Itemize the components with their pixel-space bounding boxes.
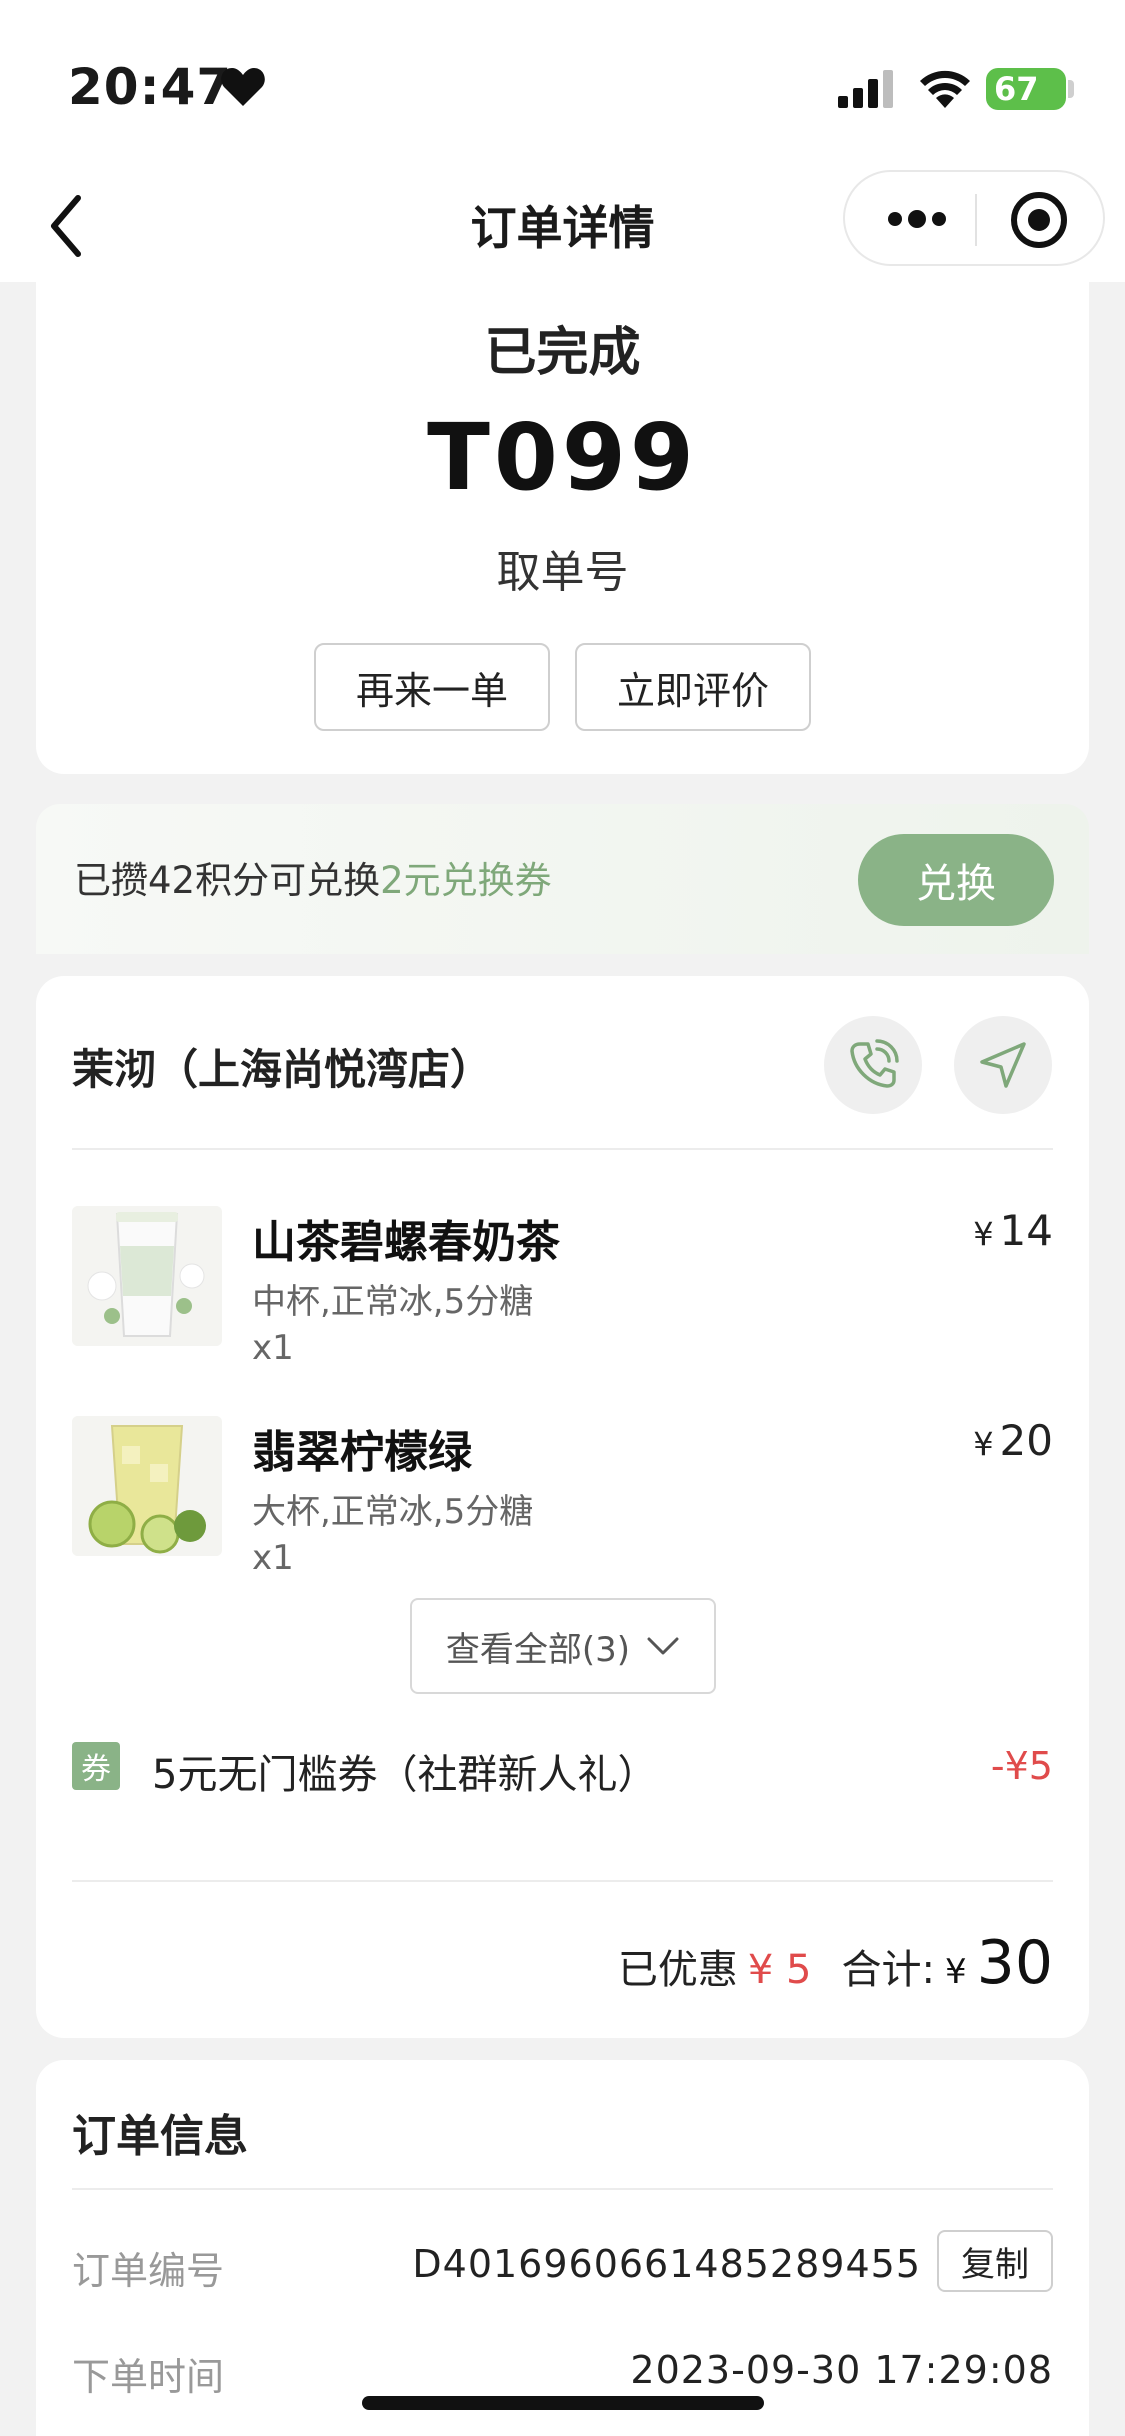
heart-icon (221, 68, 265, 106)
item-price-value: 14 (999, 1206, 1053, 1255)
total-value: 30 (976, 1928, 1053, 1998)
currency-symbol: ¥ (973, 1425, 994, 1463)
product-image (72, 1206, 222, 1346)
coupon-tag: 券 (72, 1742, 120, 1790)
capsule-divider (975, 194, 977, 246)
close-target-icon[interactable] (1009, 190, 1069, 250)
battery-level: 67 (994, 70, 1039, 108)
item-price-value: 20 (999, 1416, 1053, 1465)
points-voucher-link: 2元兑换券 (380, 859, 552, 902)
order-item: 翡翠柠檬绿 大杯,正常冰,5分糖 x1 ¥20 (72, 1416, 1053, 1596)
call-store-button[interactable] (824, 1016, 922, 1114)
wifi-icon (920, 70, 970, 108)
item-price: ¥14 (973, 1206, 1053, 1255)
navigation-arrow-icon (980, 1042, 1026, 1088)
product-image (72, 1416, 222, 1556)
order-items-card: 茉沏（上海尚悦湾店） 山茶碧螺春奶茶 中杯,正常冰,5分糖 x1 ¥ 14 翡翠… (36, 976, 1089, 2038)
coupon-name: 5元无门槛券（社群新人礼） (152, 1752, 658, 1798)
pickup-label: 取单号 (496, 547, 629, 598)
chevron-down-icon (647, 1637, 679, 1655)
total-divider (72, 1880, 1053, 1882)
cellular-signal-icon (838, 70, 893, 108)
order-number-label: 订单编号 (72, 2249, 225, 2293)
order-status-text: 已完成 (484, 323, 641, 383)
copy-button[interactable]: 复制 (937, 2230, 1053, 2292)
info-divider (72, 2188, 1053, 2190)
item-spec: 中杯,正常冰,5分糖 (252, 1282, 534, 1322)
pickup-number: T099 (427, 404, 698, 511)
order-time-label: 下单时间 (72, 2355, 225, 2399)
discount-label: 已优惠 (617, 1947, 738, 1993)
points-text-prefix: 已攒42积分可兑换 (74, 859, 381, 902)
order-info-card: 订单信息 订单编号 D4016960661485289455 复制 下单时间 2… (36, 2060, 1089, 2436)
item-quantity: x1 (252, 1538, 294, 1578)
order-info-title: 订单信息 (72, 2111, 248, 2162)
navigation-bar: 订单详情 (0, 170, 1125, 282)
points-banner: 已攒42积分可兑换2元兑换券 兑换 (36, 804, 1089, 954)
review-button[interactable]: 立即评价 (575, 643, 811, 731)
store-name: 茉沏（上海尚悦湾店） (72, 1045, 493, 1094)
item-price: ¥20 (973, 1416, 1053, 1465)
order-time-value: 2023-09-30 17:29:08 (630, 2348, 1053, 2392)
order-status-card: 已完成 T099 取单号 再来一单 立即评价 (36, 282, 1089, 774)
item-name: 翡翠柠檬绿 (252, 1427, 472, 1478)
currency-symbol: ¥ (945, 1952, 967, 1992)
status-bar: 20:47 67 (0, 0, 1125, 170)
view-all-button[interactable]: 查看全部(3) (410, 1598, 716, 1694)
home-indicator[interactable] (362, 2396, 764, 2410)
total-label: 合计: (841, 1947, 935, 1993)
coupon-amount: -¥5 (990, 1744, 1053, 1788)
discount-value: ¥ 5 (747, 1947, 812, 1993)
item-quantity: x1 (252, 1328, 294, 1368)
coupon-row: 券 5元无门槛券（社群新人礼） -¥5 (72, 1738, 1053, 1798)
item-spec: 大杯,正常冰,5分糖 (252, 1492, 534, 1532)
view-all-label: 查看全部(3) (445, 1629, 631, 1670)
order-total: 已优惠 ¥ 5 合计: ¥ 30 (618, 1928, 1053, 1998)
store-divider (72, 1148, 1053, 1150)
battery-indicator: 67 (986, 68, 1066, 110)
lemon-tea-cup-image (72, 1416, 222, 1556)
currency-symbol: ¥ (973, 1215, 994, 1253)
order-item: 山茶碧螺春奶茶 中杯,正常冰,5分糖 x1 ¥14 (72, 1206, 1053, 1386)
order-number-value: D4016960661485289455 (412, 2242, 921, 2286)
navigate-store-button[interactable] (954, 1016, 1052, 1114)
exchange-button[interactable]: 兑换 (858, 834, 1054, 926)
phone-icon (850, 1039, 899, 1088)
more-dots-icon[interactable] (885, 202, 949, 236)
points-text: 已攒42积分可兑换2元兑换券 (74, 850, 552, 904)
reorder-button[interactable]: 再来一单 (314, 643, 550, 731)
battery-tip (1068, 80, 1074, 98)
item-name: 山茶碧螺春奶茶 (252, 1217, 560, 1268)
mini-program-capsule (843, 170, 1105, 266)
milk-tea-cup-image (72, 1206, 222, 1346)
order-number-row: 订单编号 D4016960661485289455 复制 (72, 2230, 1053, 2300)
status-time: 20:47 (68, 58, 233, 116)
